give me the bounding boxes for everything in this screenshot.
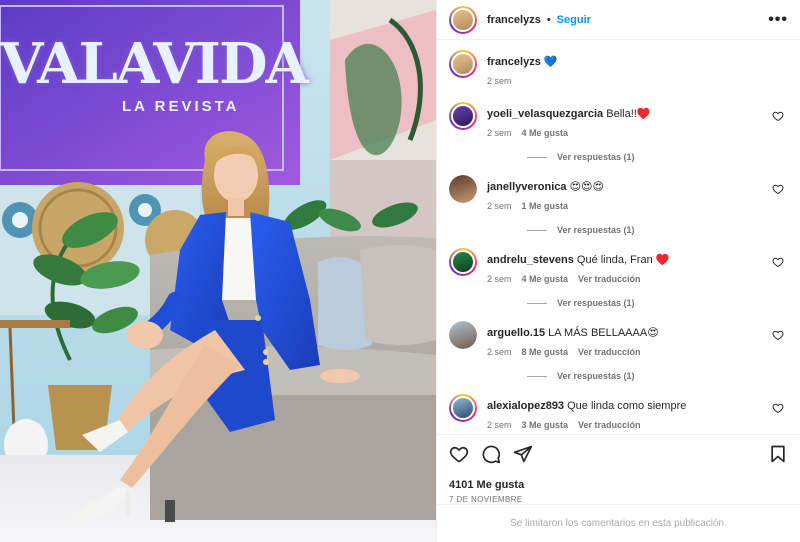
comment-heart-icon[interactable] — [772, 329, 784, 341]
comments-list[interactable]: francelyzs 💙 2 sem yoeli_velasquezgarcia… — [437, 40, 800, 434]
caption-username[interactable]: francelyzs — [487, 56, 541, 68]
comment-item: arguello.15 LA MÁS BELLAAAA😍 2 sem 8 Me … — [449, 319, 788, 392]
replies-label: Ver respuestas (1) — [557, 371, 635, 381]
comment-username[interactable]: alexialopez893 — [487, 400, 564, 412]
post-header: francelyzs • Seguir ••• — [437, 0, 800, 40]
comment-item: alexialopez893 Que linda como siempre 2 … — [449, 392, 788, 434]
heart-icon[interactable] — [449, 444, 469, 464]
sign-title: VALAVIDA — [0, 31, 309, 97]
translate-button[interactable]: Ver traducción — [578, 347, 641, 357]
comment-likes[interactable]: 1 Me gusta — [522, 201, 569, 211]
comment-time: 2 sem — [487, 347, 512, 357]
comment-text: LA MÁS BELLAAAA😍 — [548, 327, 659, 339]
comment-heart-icon[interactable] — [772, 402, 784, 414]
comment-heart-icon[interactable] — [772, 183, 784, 195]
comment-text: 😍😍😍 — [569, 181, 604, 193]
comment-username[interactable]: arguello.15 — [487, 327, 545, 339]
comment-item: janellyveronica 😍😍😍 2 sem 1 Me gusta Ver… — [449, 173, 788, 246]
comment-time: 2 sem — [487, 128, 512, 138]
comment-text: Bella!!♥️ — [606, 108, 651, 120]
comment-likes[interactable]: 4 Me gusta — [522, 128, 569, 138]
post-side-panel: francelyzs • Seguir ••• francelyzs 💙 2 s… — [436, 0, 800, 542]
comment-username[interactable]: yoeli_velasquezgarcia — [487, 108, 603, 120]
comment-time: 2 sem — [487, 201, 512, 211]
comment-item: yoeli_velasquezgarcia Bella!!♥️ 2 sem 4 … — [449, 100, 788, 173]
post-viewer: VALAVIDA LA REVISTA francelyzs • Seguir … — [0, 0, 800, 542]
comment-time: 2 sem — [487, 274, 512, 284]
separator-dot: • — [546, 13, 551, 26]
caption-text: 💙 — [543, 56, 558, 68]
comment-time: 2 sem — [487, 420, 512, 430]
comment-avatar[interactable] — [449, 102, 477, 130]
comment-heart-icon[interactable] — [772, 110, 784, 122]
comment-likes[interactable]: 8 Me gusta — [522, 347, 569, 357]
view-replies-button[interactable]: Ver respuestas (1) — [487, 371, 757, 381]
translate-button[interactable]: Ver traducción — [578, 274, 641, 284]
comment-text: Que linda como siempre — [567, 400, 687, 412]
replies-label: Ver respuestas (1) — [557, 225, 635, 235]
caption-time: 2 sem — [487, 76, 512, 86]
comment-avatar[interactable] — [449, 175, 477, 203]
comment-likes[interactable]: 3 Me gusta — [522, 420, 569, 430]
caption-avatar[interactable] — [449, 50, 477, 78]
comment-item: andrelu_stevens Qué linda, Fran ♥️ 2 sem… — [449, 246, 788, 319]
view-replies-button[interactable]: Ver respuestas (1) — [487, 152, 757, 162]
comment-icon[interactable] — [481, 444, 501, 464]
comment-likes[interactable]: 4 Me gusta — [522, 274, 569, 284]
comment-heart-icon[interactable] — [772, 256, 784, 268]
replies-label: Ver respuestas (1) — [557, 152, 635, 162]
post-date: 7 DE NOVIEMBRE — [449, 495, 523, 504]
view-replies-button[interactable]: Ver respuestas (1) — [487, 298, 757, 308]
view-replies-button[interactable]: Ver respuestas (1) — [487, 225, 757, 235]
translate-button[interactable]: Ver traducción — [578, 420, 641, 430]
comment-avatar[interactable] — [449, 394, 477, 422]
author-avatar[interactable] — [449, 5, 477, 34]
comment-avatar[interactable] — [449, 248, 477, 276]
comments-limited-notice: Se limitaron los comentarios en esta pub… — [437, 504, 800, 542]
more-icon[interactable]: ••• — [768, 11, 788, 29]
follow-button[interactable]: Seguir — [557, 14, 591, 26]
replies-label: Ver respuestas (1) — [557, 298, 635, 308]
post-photo[interactable]: VALAVIDA LA REVISTA — [0, 0, 436, 542]
comment-text: Qué linda, Fran ♥️ — [576, 254, 670, 266]
caption: francelyzs 💙 2 sem — [449, 40, 788, 100]
author-username[interactable]: francelyzs — [487, 14, 541, 26]
sign-subtitle: LA REVISTA — [122, 98, 240, 115]
comment-username[interactable]: janellyveronica — [487, 181, 567, 193]
comment-username[interactable]: andrelu_stevens — [487, 254, 574, 266]
share-icon[interactable] — [513, 444, 533, 464]
bookmark-icon[interactable] — [768, 444, 788, 464]
comment-avatar[interactable] — [449, 321, 477, 349]
like-count[interactable]: 4101 Me gusta — [449, 479, 788, 491]
